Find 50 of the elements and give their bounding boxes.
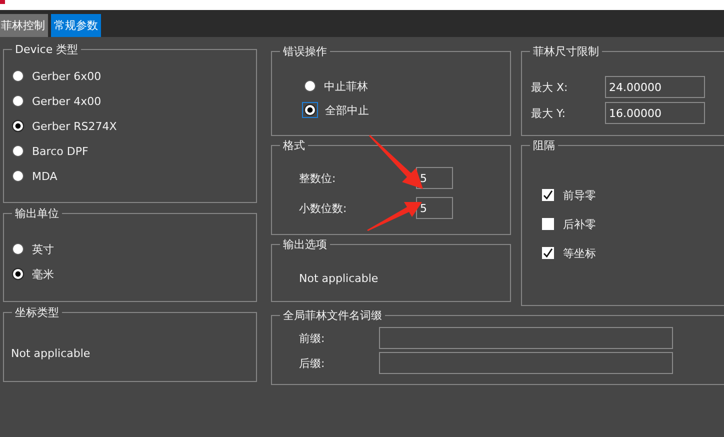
input-field[interactable]: 5 bbox=[416, 167, 453, 189]
input-field[interactable] bbox=[379, 327, 673, 349]
field-label: 前缀: bbox=[298, 330, 326, 346]
radio-label: Gerber RS274X bbox=[32, 120, 117, 132]
status-text: Not applicable bbox=[298, 271, 380, 285]
field-label: 后缀: bbox=[298, 356, 326, 370]
radio-label: 英寸 bbox=[32, 242, 54, 256]
group-title: Device 类型 bbox=[14, 43, 80, 56]
radio-button[interactable] bbox=[11, 94, 25, 108]
group-title: 输出单位 bbox=[14, 207, 60, 220]
input-field[interactable] bbox=[379, 352, 673, 374]
input-field[interactable]: 16.00000 bbox=[605, 102, 705, 124]
field-label: 最大 X: bbox=[530, 80, 569, 94]
radio-button[interactable] bbox=[11, 119, 25, 133]
radio-button[interactable] bbox=[11, 169, 25, 183]
radio-button[interactable] bbox=[11, 242, 25, 256]
app-icon bbox=[0, 0, 5, 4]
radio-label: Gerber 6x00 bbox=[32, 70, 102, 82]
tab[interactable]: 常规参数 bbox=[51, 14, 101, 37]
radio-button[interactable] bbox=[11, 144, 25, 158]
checkbox-label: 前导零 bbox=[563, 188, 596, 202]
radio-label: 全部中止 bbox=[325, 102, 369, 118]
checkbox[interactable] bbox=[542, 189, 554, 201]
radio-button[interactable] bbox=[302, 102, 318, 118]
field-label: 最大 Y: bbox=[530, 106, 566, 120]
group-title: 错误操作 bbox=[282, 45, 328, 58]
radio-button[interactable] bbox=[11, 267, 25, 281]
tab[interactable]: 菲林控制 bbox=[0, 14, 48, 37]
field-label: 整数位: bbox=[298, 170, 337, 186]
checkbox-label: 等坐标 bbox=[563, 246, 596, 260]
group-title: 格式 bbox=[282, 139, 306, 152]
radio-label: 毫米 bbox=[32, 266, 54, 282]
group-title: 输出选项 bbox=[282, 238, 328, 251]
radio-button[interactable] bbox=[11, 69, 25, 83]
radio-label: MDA bbox=[32, 170, 58, 182]
input-field[interactable]: 5 bbox=[416, 197, 453, 219]
radio-label: 中止菲林 bbox=[324, 78, 368, 94]
status-text: Not applicable bbox=[10, 346, 92, 360]
radio-label: Barco DPF bbox=[32, 144, 88, 158]
input-field[interactable]: 24.00000 bbox=[605, 76, 705, 98]
group-title: 坐标类型 bbox=[14, 306, 60, 319]
radio-button[interactable] bbox=[303, 79, 317, 93]
radio-label: Gerber 4x00 bbox=[32, 94, 102, 108]
checkbox[interactable] bbox=[542, 218, 554, 230]
checkbox[interactable] bbox=[542, 247, 554, 259]
group-title: 全局菲林文件名词缀 bbox=[282, 309, 383, 322]
group-title: 菲林尺寸限制 bbox=[532, 45, 600, 58]
field-label: 小数位数: bbox=[298, 200, 348, 216]
checkbox-label: 后补零 bbox=[563, 216, 596, 232]
group-title: 阻隔 bbox=[532, 139, 556, 152]
